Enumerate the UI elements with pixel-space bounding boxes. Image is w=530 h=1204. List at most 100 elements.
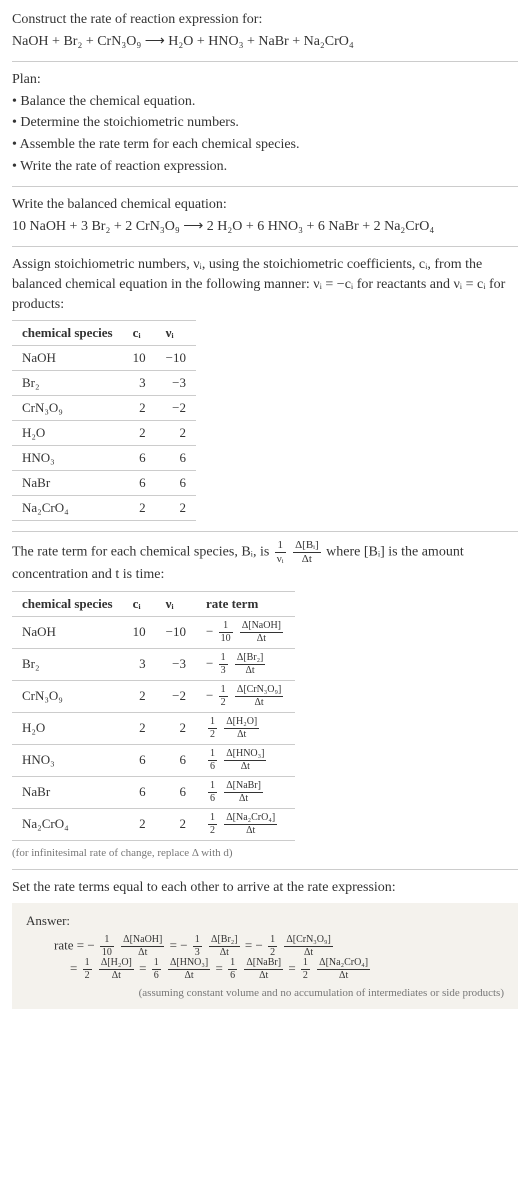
table-row: NaOH10−10 <box>12 346 196 371</box>
species-cell: H₂O <box>12 712 123 744</box>
species-cell: Br₂ <box>12 371 123 396</box>
c-cell: 2 <box>123 496 156 521</box>
plan-section: Plan: • Balance the chemical equation. •… <box>12 70 518 176</box>
table-row: CrN₃O₉ 2 −2 − 12 Δ[CrN₃O₉]Δt <box>12 680 295 712</box>
table-header: cᵢ <box>123 321 156 346</box>
table-header: νᵢ <box>156 591 196 616</box>
v-cell: −10 <box>156 616 196 648</box>
rate-eq-label: rate = <box>54 938 87 953</box>
plan-item: • Determine the stoichiometric numbers. <box>12 113 518 133</box>
table-row: H₂O 2 2 12 Δ[H₂O]Δt <box>12 712 295 744</box>
v-cell: 6 <box>156 744 196 776</box>
c-cell: 2 <box>123 396 156 421</box>
rate-term-cell: 12 Δ[Na₂CrO₄]Δt <box>196 808 295 840</box>
answer-footnote: (assuming constant volume and no accumul… <box>26 987 504 999</box>
species-cell: NaBr <box>12 471 123 496</box>
table-header-row: chemical species cᵢ νᵢ rate term <box>12 591 295 616</box>
c-cell: 2 <box>123 680 156 712</box>
table-row: Na₂CrO₄ 2 2 12 Δ[Na₂CrO₄]Δt <box>12 808 295 840</box>
c-cell: 3 <box>123 371 156 396</box>
rate-intro-part1: The rate term for each chemical species,… <box>12 545 273 560</box>
plan-item: • Write the rate of reaction expression. <box>12 157 518 177</box>
v-cell: 2 <box>156 496 196 521</box>
table-row: Br₂3−3 <box>12 371 196 396</box>
plan-heading: Plan: <box>12 70 518 90</box>
rate-term-table: chemical species cᵢ νᵢ rate term NaOH 10… <box>12 591 295 841</box>
divider <box>12 869 518 870</box>
rate-term-cell: − 13 Δ[Br₂]Δt <box>196 648 295 680</box>
v-cell: 6 <box>156 471 196 496</box>
v-cell: −2 <box>156 680 196 712</box>
table-row: Na₂CrO₄22 <box>12 496 196 521</box>
balanced-equation: 10 NaOH + 3 Br₂ + 2 CrN₃O₉ ⟶ 2 H₂O + 6 H… <box>12 217 518 237</box>
table-row: HNO₃ 6 6 16 Δ[HNO₃]Δt <box>12 744 295 776</box>
v-cell: 6 <box>156 776 196 808</box>
v-cell: 2 <box>156 712 196 744</box>
species-cell: CrN₃O₉ <box>12 680 123 712</box>
set-equal-text: Set the rate terms equal to each other t… <box>12 878 518 898</box>
balanced-heading: Write the balanced chemical equation: <box>12 195 518 215</box>
c-cell: 6 <box>123 471 156 496</box>
table-row: NaBr 6 6 16 Δ[NaBr]Δt <box>12 776 295 808</box>
c-cell: 10 <box>123 616 156 648</box>
species-cell: Na₂CrO₄ <box>12 808 123 840</box>
v-cell: −3 <box>156 371 196 396</box>
v-cell: 2 <box>156 808 196 840</box>
table-row: Br₂ 3 −3 − 13 Δ[Br₂]Δt <box>12 648 295 680</box>
c-cell: 10 <box>123 346 156 371</box>
intro-equation: NaOH + Br₂ + CrN₃O₉ ⟶ H₂O + HNO₃ + NaBr … <box>12 32 518 52</box>
rate-term-cell: 12 Δ[H₂O]Δt <box>196 712 295 744</box>
assign-text: Assign stoichiometric numbers, νᵢ, using… <box>12 255 518 314</box>
c-cell: 6 <box>123 776 156 808</box>
divider <box>12 61 518 62</box>
table2-footnote: (for infinitesimal rate of change, repla… <box>12 847 518 859</box>
plan-item: • Assemble the rate term for each chemic… <box>12 135 518 155</box>
table-header: νᵢ <box>156 321 196 346</box>
plan-item: • Balance the chemical equation. <box>12 92 518 112</box>
set-equal-section: Set the rate terms equal to each other t… <box>12 878 518 1010</box>
species-cell: Br₂ <box>12 648 123 680</box>
table-header: chemical species <box>12 591 123 616</box>
delta-frac: Δ[Bᵢ] Δt <box>293 540 321 565</box>
divider <box>12 246 518 247</box>
c-cell: 2 <box>123 712 156 744</box>
rate-intro-text: The rate term for each chemical species,… <box>12 540 518 585</box>
rate-term-cell: 16 Δ[NaBr]Δt <box>196 776 295 808</box>
species-cell: Na₂CrO₄ <box>12 496 123 521</box>
assign-section: Assign stoichiometric numbers, νᵢ, using… <box>12 255 518 521</box>
table-row: NaBr66 <box>12 471 196 496</box>
v-cell: 2 <box>156 421 196 446</box>
c-cell: 2 <box>123 808 156 840</box>
table-row: HNO₃66 <box>12 446 196 471</box>
rate-term-cell: 16 Δ[HNO₃]Δt <box>196 744 295 776</box>
species-cell: NaOH <box>12 346 123 371</box>
rate-intro-section: The rate term for each chemical species,… <box>12 540 518 859</box>
c-cell: 6 <box>123 446 156 471</box>
divider <box>12 186 518 187</box>
v-cell: −3 <box>156 648 196 680</box>
species-cell: H₂O <box>12 421 123 446</box>
rate-term-cell: − 12 Δ[CrN₃O₉]Δt <box>196 680 295 712</box>
answer-box: Answer: rate = − 110 Δ[NaOH]Δt = − 13 Δ[… <box>12 903 518 1009</box>
v-cell: −2 <box>156 396 196 421</box>
species-cell: NaBr <box>12 776 123 808</box>
rate-term-cell: − 110 Δ[NaOH]Δt <box>196 616 295 648</box>
answer-line2: = 12 Δ[H₂O]Δt = 16 Δ[HNO₃]Δt = 16 Δ[NaBr… <box>26 958 504 981</box>
table-row: H₂O22 <box>12 421 196 446</box>
c-cell: 2 <box>123 421 156 446</box>
answer-label: Answer: <box>26 913 504 929</box>
species-cell: NaOH <box>12 616 123 648</box>
table-header: cᵢ <box>123 591 156 616</box>
species-cell: HNO₃ <box>12 446 123 471</box>
table-header: chemical species <box>12 321 123 346</box>
balanced-section: Write the balanced chemical equation: 10… <box>12 195 518 236</box>
c-cell: 6 <box>123 744 156 776</box>
species-cell: HNO₃ <box>12 744 123 776</box>
c-cell: 3 <box>123 648 156 680</box>
v-cell: −10 <box>156 346 196 371</box>
divider <box>12 531 518 532</box>
answer-line1: rate = − 110 Δ[NaOH]Δt = − 13 Δ[Br₂]Δt =… <box>26 935 504 958</box>
table-row: NaOH 10 −10 − 110 Δ[NaOH]Δt <box>12 616 295 648</box>
table-row: CrN₃O₉2−2 <box>12 396 196 421</box>
coef-frac: 1 νᵢ <box>275 540 286 565</box>
